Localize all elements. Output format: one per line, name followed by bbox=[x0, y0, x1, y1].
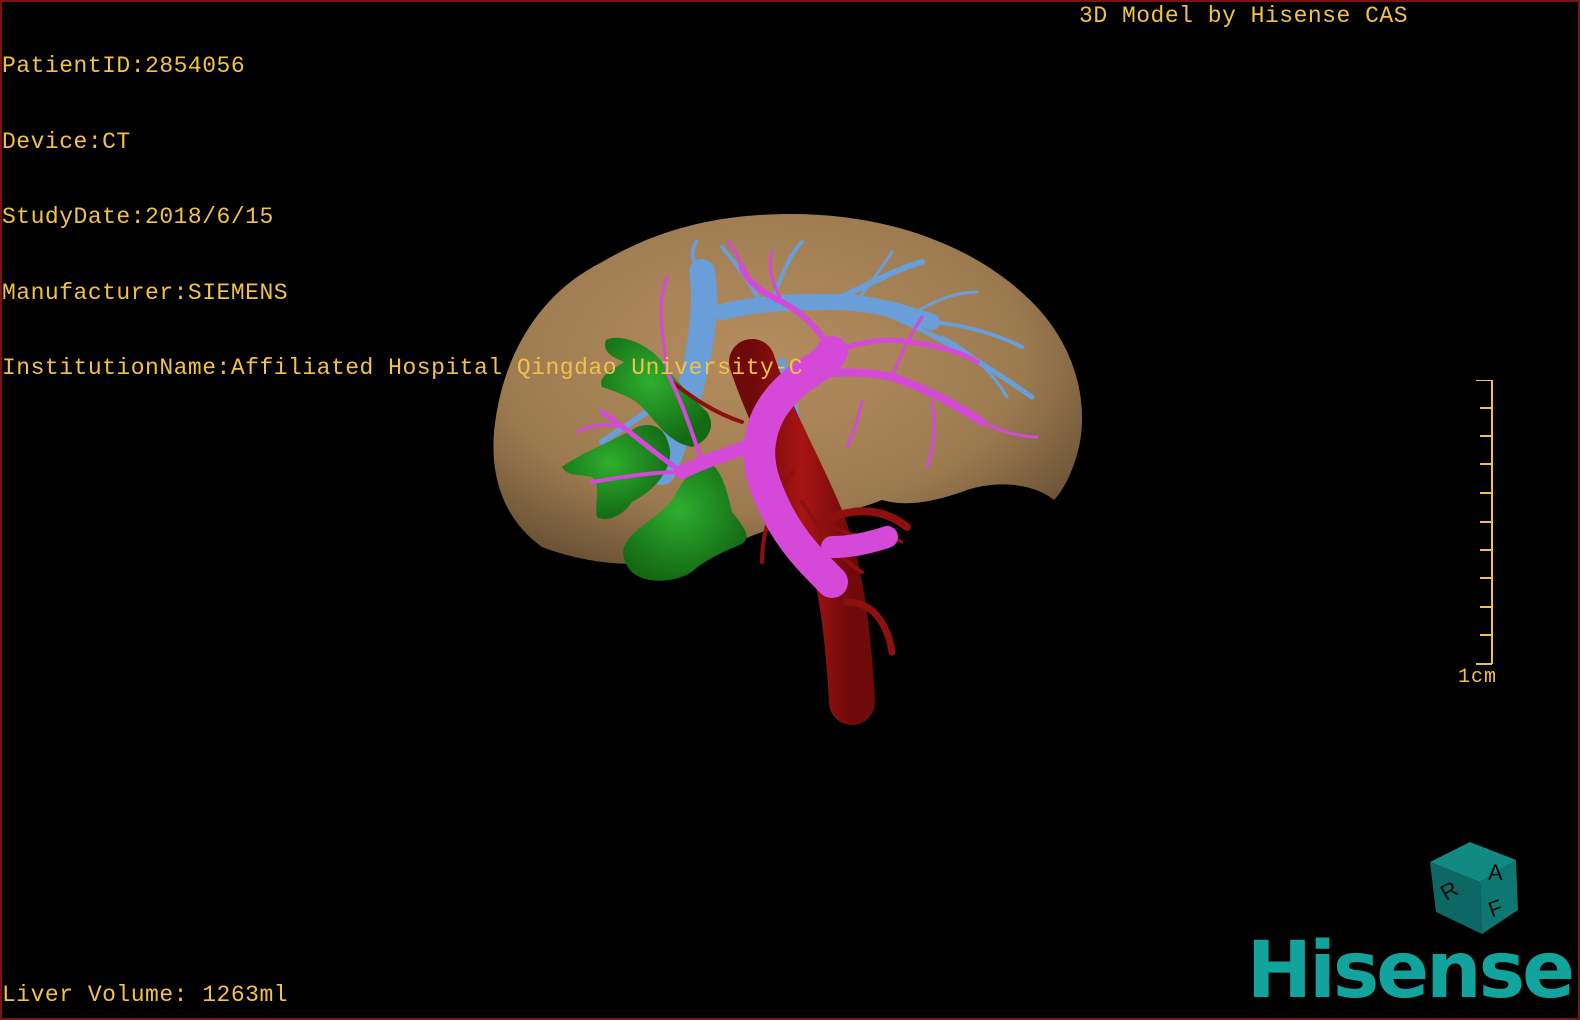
3d-viewport[interactable]: PatientID:2854056 Device:CT StudyDate:20… bbox=[0, 0, 1580, 1020]
cube-label-anterior: A bbox=[1488, 860, 1503, 885]
device-text: Device:CT bbox=[2, 128, 131, 155]
scale-label: 1cm bbox=[1458, 666, 1498, 689]
model-credit-text: 3D Model by Hisense CAS bbox=[1079, 3, 1408, 29]
liver-volume-text: Liver Volume: 1263ml bbox=[2, 982, 289, 1008]
institution-text: InstitutionName:Affiliated Hospital Qing… bbox=[2, 355, 803, 381]
patient-id-text: PatientID:2854056 bbox=[2, 53, 246, 79]
hisense-logo: Hisense bbox=[1246, 926, 1575, 1016]
scale-bar bbox=[1476, 380, 1493, 665]
dicom-info-panel: PatientID:2854056 Device:CT StudyDate:20… bbox=[2, 4, 803, 432]
study-date-text: StudyDate:2018/6/15 bbox=[2, 204, 274, 230]
manufacturer-text: Manufacturer:SIEMENS bbox=[2, 279, 289, 306]
